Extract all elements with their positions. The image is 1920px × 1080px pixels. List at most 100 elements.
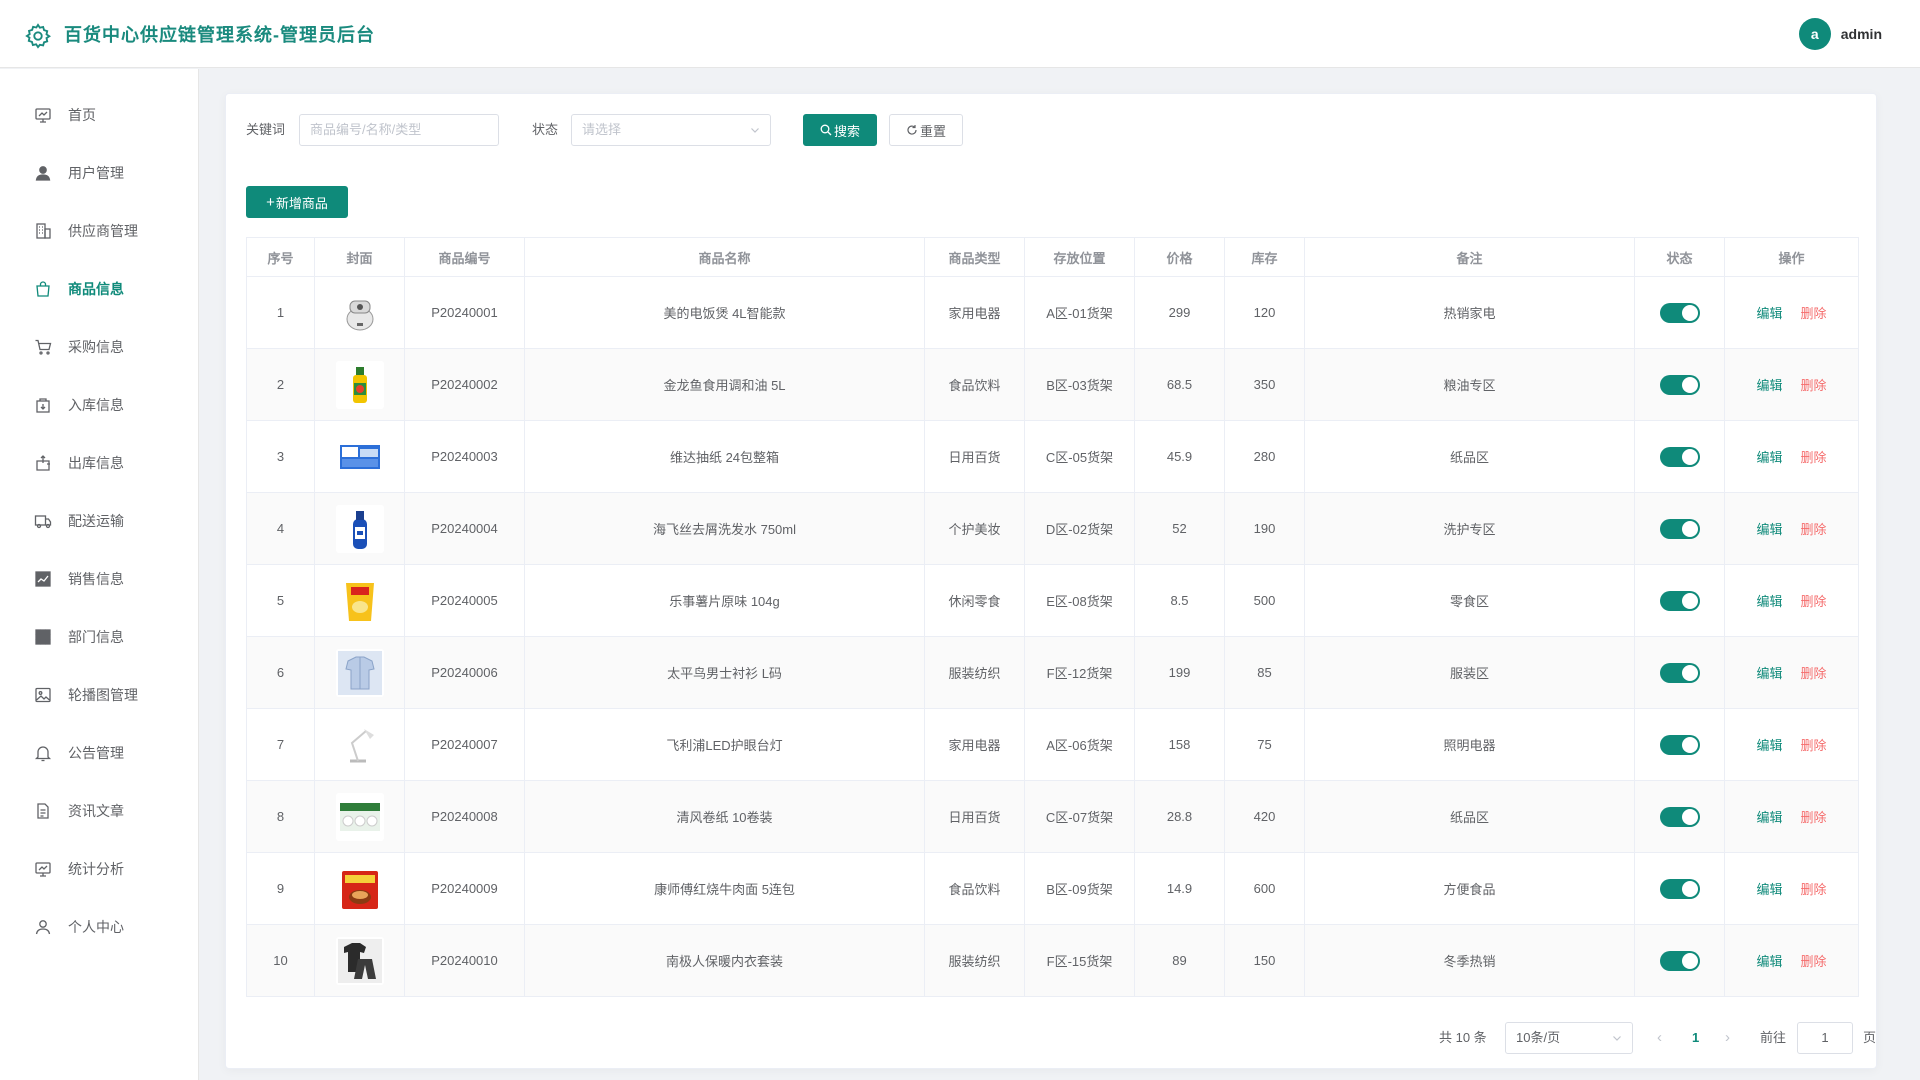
sidebar-item-5[interactable]: 采购信息 bbox=[0, 325, 199, 369]
cell-cover bbox=[314, 564, 405, 637]
sidebar-item-1[interactable]: 首页 bbox=[0, 93, 199, 137]
edit-button[interactable]: 编辑 bbox=[1756, 666, 1782, 681]
sidebar-item-11[interactable]: 轮播图管理 bbox=[0, 673, 199, 717]
sidebar-item-12[interactable]: 公告管理 bbox=[0, 731, 199, 775]
status-toggle[interactable] bbox=[1659, 302, 1700, 323]
avatar[interactable]: a bbox=[1798, 18, 1831, 50]
table-row: 10 P20240010 南极人保暖内衣套装 服装纺织 F区-15货架 89 150 冬季热销… bbox=[246, 924, 1859, 997]
cell-index: 1 bbox=[246, 276, 315, 349]
sidebar-item-7[interactable]: 出库信息 bbox=[0, 441, 199, 485]
column-header: 备注 bbox=[1304, 237, 1635, 277]
status-toggle[interactable] bbox=[1659, 878, 1700, 899]
table-row: 1 P20240001 美的电饭煲 4L智能款 家用电器 A区-01货架 299 120 热销… bbox=[246, 276, 1859, 349]
status-toggle[interactable] bbox=[1659, 518, 1700, 539]
status-toggle[interactable] bbox=[1659, 734, 1700, 755]
cell-stock: 190 bbox=[1224, 492, 1305, 565]
product-cover-image[interactable] bbox=[335, 864, 384, 913]
cell-name: 美的电饭煲 4L智能款 bbox=[524, 276, 925, 349]
product-cover-image[interactable] bbox=[335, 936, 384, 985]
status-toggle[interactable] bbox=[1659, 590, 1700, 611]
cell-note: 纸品区 bbox=[1304, 780, 1635, 853]
edit-button[interactable]: 编辑 bbox=[1756, 954, 1782, 969]
cell-code: P20240001 bbox=[404, 276, 525, 349]
status-toggle[interactable] bbox=[1659, 806, 1700, 827]
edit-button[interactable]: 编辑 bbox=[1756, 306, 1782, 321]
sidebar-item-10[interactable]: 部门信息 bbox=[0, 615, 199, 659]
status-toggle[interactable] bbox=[1659, 374, 1700, 395]
sidebar-item-6[interactable]: 入库信息 bbox=[0, 383, 199, 427]
product-cover-image[interactable] bbox=[335, 720, 384, 769]
add-product-label: 新增商品 bbox=[275, 195, 328, 211]
edit-button[interactable]: 编辑 bbox=[1756, 594, 1782, 609]
product-cover-image[interactable] bbox=[335, 360, 384, 409]
status-toggle[interactable] bbox=[1659, 950, 1700, 971]
status-select[interactable]: 请选择 bbox=[571, 114, 771, 146]
delete-button[interactable]: 删除 bbox=[1801, 954, 1827, 969]
delete-button[interactable]: 删除 bbox=[1801, 882, 1827, 897]
box-in-icon bbox=[34, 396, 52, 414]
sidebar-item-8[interactable]: 配送运输 bbox=[0, 499, 199, 543]
cell-status bbox=[1634, 780, 1725, 853]
cell-name: 金龙鱼食用调和油 5L bbox=[524, 348, 925, 421]
product-cover-image[interactable] bbox=[335, 288, 384, 337]
cell-name: 太平鸟男士衬衫 L码 bbox=[524, 636, 925, 709]
sidebar-item-label: 个人中心 bbox=[68, 919, 124, 935]
product-cover-image[interactable] bbox=[335, 576, 384, 625]
edit-button[interactable]: 编辑 bbox=[1756, 522, 1782, 537]
cell-index: 5 bbox=[246, 564, 315, 637]
cell-code: P20240006 bbox=[404, 636, 525, 709]
product-cover-image[interactable] bbox=[335, 792, 384, 841]
sidebar-item-4[interactable]: 商品信息 bbox=[0, 267, 199, 311]
cell-note: 洗护专区 bbox=[1304, 492, 1635, 565]
cell-actions: 编辑 删除 bbox=[1724, 924, 1859, 997]
user-menu[interactable]: a admin bbox=[1798, 18, 1882, 50]
sidebar-item-3[interactable]: 供应商管理 bbox=[0, 209, 199, 253]
cell-note: 服装区 bbox=[1304, 636, 1635, 709]
table-header-row: 序号 封面 商品编号 商品名称 商品类型 存放位置 价格 库存 备注 状态 操作 bbox=[246, 237, 1859, 277]
sidebar-item-14[interactable]: 统计分析 bbox=[0, 847, 199, 891]
product-cover-image[interactable] bbox=[335, 648, 384, 697]
edit-button[interactable]: 编辑 bbox=[1756, 738, 1782, 753]
page-number-current[interactable]: 1 bbox=[1692, 1022, 1699, 1054]
product-cover-image[interactable] bbox=[335, 504, 384, 553]
sidebar-item-13[interactable]: 资讯文章 bbox=[0, 789, 199, 833]
add-product-button[interactable]: + 新增商品 bbox=[246, 186, 348, 218]
search-button[interactable]: 搜索 bbox=[803, 114, 877, 146]
goto-page-input[interactable]: 1 bbox=[1797, 1022, 1853, 1054]
page-suffix: 页 bbox=[1863, 1030, 1877, 1045]
product-table: 序号 封面 商品编号 商品名称 商品类型 存放位置 价格 库存 备注 状态 操作 1 P2024000… bbox=[246, 237, 1859, 997]
sidebar-item-2[interactable]: 用户管理 bbox=[0, 151, 199, 195]
cell-actions: 编辑 删除 bbox=[1724, 780, 1859, 853]
bell-icon bbox=[34, 744, 52, 762]
prev-page-icon[interactable]: ‹ bbox=[1657, 1022, 1662, 1054]
delete-button[interactable]: 删除 bbox=[1801, 378, 1827, 393]
page-size-select[interactable]: 10条/页 bbox=[1505, 1022, 1633, 1054]
reset-button[interactable]: 重置 bbox=[889, 114, 963, 146]
cell-cover bbox=[314, 276, 405, 349]
delete-button[interactable]: 删除 bbox=[1801, 594, 1827, 609]
table-row: 9 P20240009 康师傅红烧牛肉面 5连包 食品饮料 B区-09货架 14.9 600… bbox=[246, 852, 1859, 925]
keyword-input[interactable]: 商品编号/名称/类型 bbox=[299, 114, 499, 146]
delete-button[interactable]: 删除 bbox=[1801, 810, 1827, 825]
delete-button[interactable]: 删除 bbox=[1801, 738, 1827, 753]
edit-button[interactable]: 编辑 bbox=[1756, 810, 1782, 825]
delete-button[interactable]: 删除 bbox=[1801, 522, 1827, 537]
next-page-icon[interactable]: › bbox=[1725, 1022, 1730, 1054]
cell-name: 清风卷纸 10卷装 bbox=[524, 780, 925, 853]
delete-button[interactable]: 删除 bbox=[1801, 450, 1827, 465]
cell-index: 3 bbox=[246, 420, 315, 493]
edit-button[interactable]: 编辑 bbox=[1756, 450, 1782, 465]
cell-note: 纸品区 bbox=[1304, 420, 1635, 493]
edit-button[interactable]: 编辑 bbox=[1756, 378, 1782, 393]
sidebar-item-15[interactable]: 个人中心 bbox=[0, 905, 199, 949]
delete-button[interactable]: 删除 bbox=[1801, 306, 1827, 321]
delete-button[interactable]: 删除 bbox=[1801, 666, 1827, 681]
status-select-placeholder: 请选择 bbox=[582, 122, 622, 137]
username[interactable]: admin bbox=[1841, 26, 1882, 42]
status-toggle[interactable] bbox=[1659, 446, 1700, 467]
sidebar-item-9[interactable]: 销售信息 bbox=[0, 557, 199, 601]
search-button-label: 搜索 bbox=[833, 123, 860, 139]
status-toggle[interactable] bbox=[1659, 662, 1700, 683]
edit-button[interactable]: 编辑 bbox=[1756, 882, 1782, 897]
product-cover-image[interactable] bbox=[335, 432, 384, 481]
